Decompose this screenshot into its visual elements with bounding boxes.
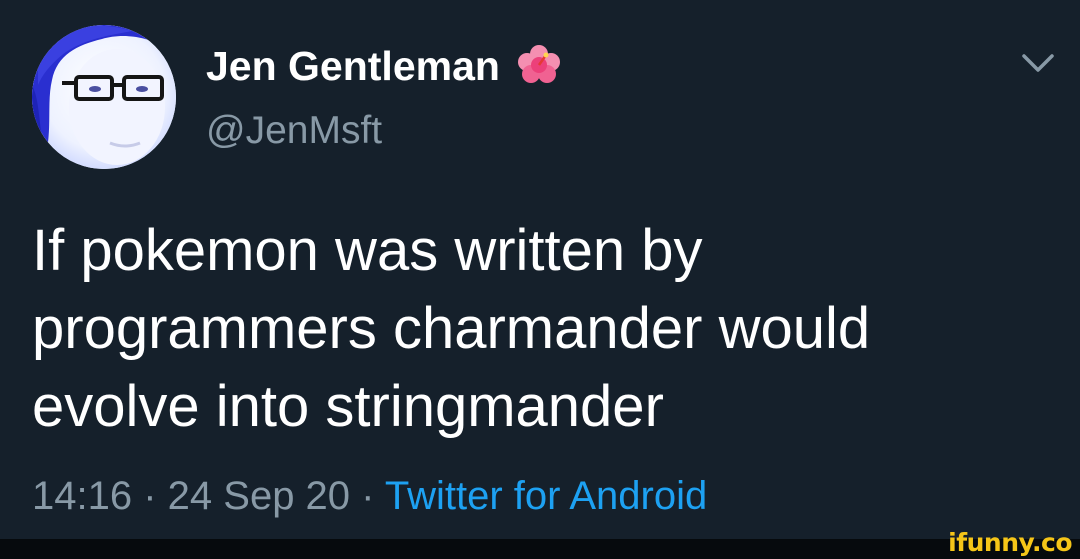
tweet-time[interactable]: 14:16 xyxy=(32,474,132,518)
footer-bar xyxy=(0,539,1080,559)
tweet-card: Jen Gentleman @JenMsft If pokemon was wr… xyxy=(0,0,1080,559)
tweet-date[interactable]: 24 Sep 20 xyxy=(168,474,350,518)
chevron-down-icon[interactable] xyxy=(1021,52,1055,74)
tweet-text: If pokemon was written by programmers ch… xyxy=(32,212,1042,446)
meta-separator: · xyxy=(132,474,168,518)
avatar[interactable] xyxy=(32,25,176,169)
tweet-meta: 14:16 · 24 Sep 20 · Twitter for Android xyxy=(32,472,707,520)
tweet-text-line: If pokemon was written by xyxy=(32,218,703,283)
tweet-source-link[interactable]: Twitter for Android xyxy=(385,474,707,518)
display-name[interactable]: Jen Gentleman xyxy=(206,42,562,90)
tweet-text-line: programmers charmander would xyxy=(32,296,871,361)
avatar-photo xyxy=(32,25,176,169)
meta-separator: · xyxy=(350,474,385,518)
tweet-text-line: evolve into stringmander xyxy=(32,374,664,439)
display-name-text: Jen Gentleman xyxy=(206,43,500,89)
ifunny-watermark: ifunny.co xyxy=(948,528,1072,557)
hibiscus-flower-icon xyxy=(517,45,560,83)
user-handle[interactable]: @JenMsft xyxy=(206,108,382,154)
